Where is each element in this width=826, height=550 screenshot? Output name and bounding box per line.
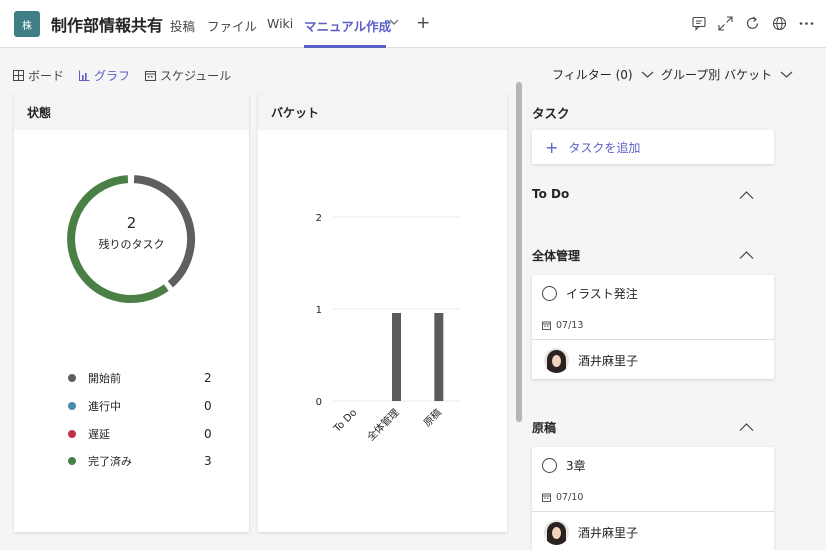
remaining-count: 2 bbox=[126, 214, 137, 232]
task-title: 3章 bbox=[566, 458, 586, 473]
chart-icon bbox=[79, 70, 90, 81]
filter-dropdown[interactable]: フィルター (0) bbox=[552, 66, 654, 83]
legend-value: 2 bbox=[204, 371, 212, 385]
globe-icon[interactable] bbox=[771, 15, 788, 32]
task-complete-checkbox[interactable] bbox=[542, 457, 557, 473]
x-tick-label: To Do bbox=[331, 407, 359, 435]
x-tick-label: 全体管理 bbox=[364, 406, 401, 443]
calendar-icon bbox=[145, 71, 156, 81]
tab-files[interactable]: ファイル bbox=[207, 16, 257, 35]
add-tab-icon[interactable]: + bbox=[416, 14, 430, 32]
task-title: イラスト発注 bbox=[566, 286, 638, 301]
chevron-down-icon bbox=[780, 71, 793, 78]
task-card[interactable]: 3章 07/10 酒井麻里子 bbox=[532, 447, 774, 550]
active-tab-indicator bbox=[304, 45, 386, 48]
tab-posts[interactable]: 投稿 bbox=[170, 16, 195, 35]
legend-value: 0 bbox=[204, 427, 212, 441]
x-tick-label: 原稿 bbox=[421, 406, 444, 429]
legend-item-not-started: 開始前 2 bbox=[68, 368, 218, 388]
chat-icon[interactable] bbox=[691, 15, 708, 32]
legend-item-completed: 完了済み 3 bbox=[68, 451, 218, 471]
group-by-dropdown[interactable]: グループ別 バケット bbox=[661, 66, 793, 83]
bucket-card: バケット 0 1 2 To Do 全体管理 原稿 bbox=[258, 93, 507, 532]
task-card[interactable]: イラスト発注 07/13 酒井麻里子 bbox=[532, 275, 774, 379]
board-icon bbox=[13, 70, 24, 81]
task-due-date: 07/10 bbox=[556, 491, 584, 503]
bucket-bar-chart: 0 1 2 To Do 全体管理 原稿 bbox=[316, 213, 460, 443]
due-date-icon bbox=[542, 493, 551, 502]
app-header: 株 制作部情報共有 投稿 ファイル Wiki マニュアル作成 + bbox=[0, 0, 826, 48]
vertical-scrollbar[interactable] bbox=[516, 82, 522, 422]
view-board-button[interactable]: ボード bbox=[13, 67, 64, 84]
chevron-down-icon bbox=[641, 71, 653, 78]
legend-item-in-progress: 進行中 0 bbox=[68, 396, 218, 416]
view-chart-label: グラフ bbox=[94, 69, 131, 83]
y-tick-label: 0 bbox=[316, 397, 322, 408]
bucket-title-todo: To Do bbox=[532, 187, 570, 201]
legend-dot bbox=[68, 457, 76, 465]
tab-wiki[interactable]: Wiki bbox=[267, 16, 293, 31]
task-due-date: 07/13 bbox=[556, 319, 584, 331]
legend-value: 0 bbox=[204, 399, 212, 413]
view-chart-button[interactable]: グラフ bbox=[79, 67, 130, 84]
y-tick-label: 1 bbox=[316, 305, 322, 316]
plus-icon: + bbox=[545, 137, 559, 157]
bucket-card-title: バケット bbox=[258, 93, 507, 130]
avatar bbox=[544, 347, 569, 373]
legend-label: 開始前 bbox=[88, 372, 121, 385]
legend-label: 遅延 bbox=[88, 428, 110, 441]
avatar bbox=[544, 519, 569, 545]
expand-icon[interactable] bbox=[717, 15, 734, 32]
bucket-title-draft: 原稿 bbox=[532, 421, 557, 435]
task-complete-checkbox[interactable] bbox=[542, 285, 557, 301]
chart-bar[interactable] bbox=[434, 313, 444, 401]
chevron-up-icon[interactable] bbox=[739, 422, 754, 432]
y-tick-label: 2 bbox=[316, 213, 322, 224]
legend-dot bbox=[68, 374, 76, 382]
remaining-label: 残りのタスク bbox=[98, 238, 165, 251]
legend-label: 完了済み bbox=[88, 455, 132, 468]
more-icon[interactable] bbox=[798, 15, 815, 32]
view-schedule-label: スケジュール bbox=[160, 69, 232, 83]
legend-dot bbox=[68, 430, 76, 438]
add-task-button[interactable]: + タスクを追加 bbox=[532, 130, 774, 164]
view-schedule-button[interactable]: スケジュール bbox=[145, 67, 231, 84]
task-assignee-name: 酒井麻里子 bbox=[578, 525, 639, 540]
legend-item-late: 遅延 0 bbox=[68, 424, 218, 444]
legend-value: 3 bbox=[204, 454, 212, 468]
refresh-icon[interactable] bbox=[744, 15, 761, 32]
add-task-label: タスクを追加 bbox=[568, 140, 641, 155]
view-board-label: ボード bbox=[28, 69, 65, 83]
status-card-title: 状態 bbox=[14, 93, 249, 130]
filter-label: フィルター (0) bbox=[552, 68, 633, 82]
legend-label: 進行中 bbox=[88, 400, 121, 413]
tab-manual[interactable]: マニュアル作成 bbox=[304, 16, 391, 35]
chevron-down-icon[interactable] bbox=[389, 18, 399, 26]
bucket-title-management: 全体管理 bbox=[532, 249, 581, 263]
tasks-panel-title: タスク bbox=[532, 106, 570, 121]
team-avatar[interactable]: 株 bbox=[14, 11, 40, 37]
chevron-up-icon[interactable] bbox=[739, 190, 754, 200]
task-assignee-name: 酒井麻里子 bbox=[578, 353, 639, 368]
legend-dot bbox=[68, 402, 76, 410]
status-card: 状態 2 残りのタスク 開始前 2 進行中 0 遅延 0 完了済み 3 bbox=[14, 93, 249, 532]
due-date-icon bbox=[542, 321, 551, 330]
chart-bar[interactable] bbox=[392, 313, 401, 401]
team-title: 制作部情報共有 bbox=[51, 16, 164, 35]
chevron-up-icon[interactable] bbox=[739, 250, 754, 260]
group-by-label: グループ別 バケット bbox=[661, 68, 773, 82]
